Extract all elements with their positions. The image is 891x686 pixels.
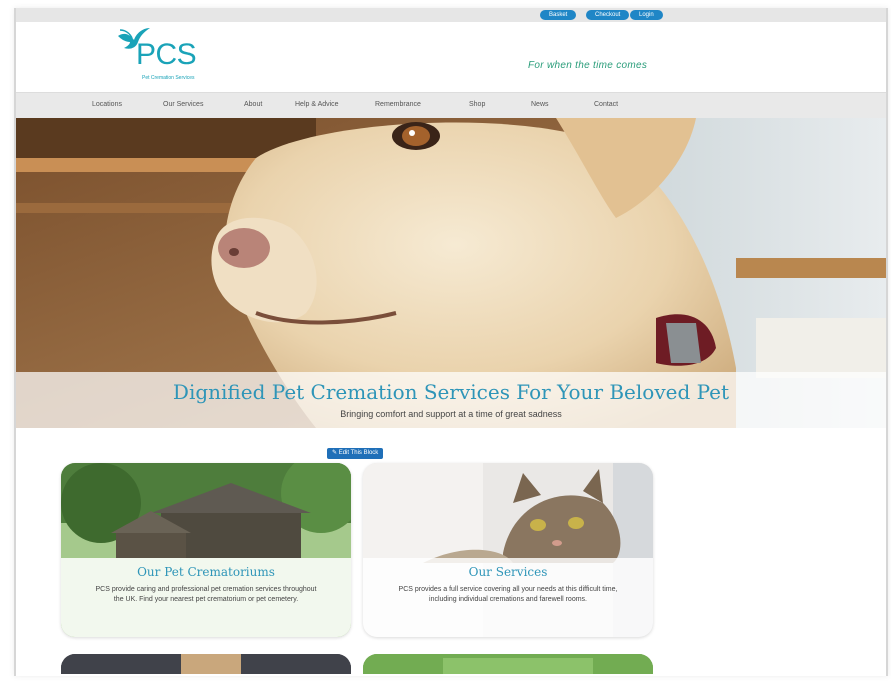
pencil-icon: ✎ <box>332 450 339 456</box>
nav-item-shop[interactable]: Shop <box>469 101 485 108</box>
site-header: PCS Pet Cremation Services For when the … <box>16 22 886 92</box>
partial-card-image <box>61 654 351 674</box>
edit-block-button[interactable]: ✎ Edit This Block <box>327 448 384 459</box>
main-nav: Locations Our Services About Help & Advi… <box>16 92 886 120</box>
nav-item-contact[interactable]: Contact <box>594 101 618 108</box>
browser-page: Basket Checkout Login PCS Pet Cremation … <box>14 8 888 676</box>
login-button[interactable]: Login <box>630 10 663 20</box>
card-our-services[interactable]: Our Services PCS provides a full service… <box>363 463 653 637</box>
tagline: For when the time comes <box>528 60 648 71</box>
hero-title: Dignified Pet Cremation Services For You… <box>172 380 730 404</box>
partial-card-image <box>363 654 653 674</box>
nav-item-about[interactable]: About <box>244 101 262 108</box>
card-partial-1[interactable] <box>61 654 351 674</box>
nav-item-news[interactable]: News <box>531 101 549 108</box>
card-partial-2[interactable] <box>363 654 653 674</box>
nav-item-help-advice[interactable]: Help & Advice <box>295 101 339 108</box>
basket-button[interactable]: Basket <box>540 10 577 20</box>
hero-banner: Dignified Pet Cremation Services For You… <box>16 118 886 428</box>
nav-item-our-services[interactable]: Our Services <box>163 101 203 108</box>
logo-subtitle: Pet Cremation Services <box>142 75 195 81</box>
card-description: PCS provide caring and professional pet … <box>95 586 317 603</box>
card-crematoriums[interactable]: Our Pet Crematoriums PCS provide caring … <box>61 463 351 637</box>
nav-item-locations[interactable]: Locations <box>92 101 122 108</box>
site-logo[interactable]: PCS Pet Cremation Services <box>112 26 222 92</box>
nav-item-remembrance[interactable]: Remembrance <box>375 101 421 108</box>
hero-subtitle: Bringing comfort and support at a time o… <box>340 409 562 419</box>
utility-bar: Basket Checkout Login <box>16 8 886 22</box>
card-description: PCS provides a full service covering all… <box>398 586 618 603</box>
logo-wordmark: PCS <box>136 38 197 71</box>
checkout-button[interactable]: Checkout <box>586 10 630 20</box>
edit-block-label: Edit This Block <box>338 450 379 456</box>
card-title: Our Pet Crematoriums <box>137 565 275 579</box>
card-title: Our Services <box>468 565 548 579</box>
